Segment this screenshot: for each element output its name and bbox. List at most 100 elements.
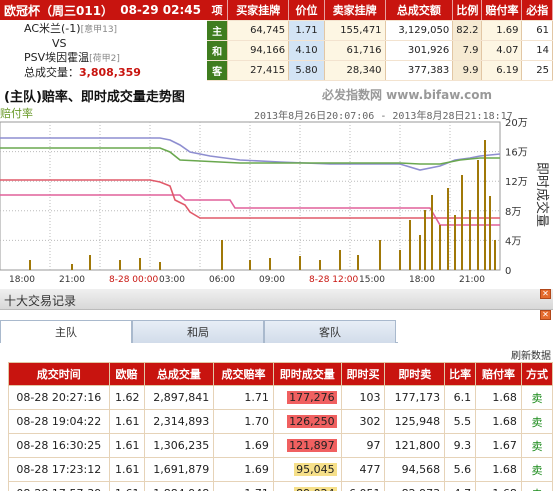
instant-sell: 82,973 [384, 481, 446, 491]
teams: AC米兰(-1)[意甲13] VS PSV埃因霍温[荷甲2] 总成交量：3,80… [0, 20, 207, 80]
x-tick-label: 18:00 [9, 275, 35, 285]
total-volume: 1,691,879 [143, 457, 215, 482]
trade-time: 08-28 19:04:22 [8, 409, 110, 434]
sell-amount: 155,471 [324, 20, 386, 41]
odds-header: 项 [207, 0, 229, 21]
trades-header-cell: 方式 [520, 362, 553, 386]
ratio: 6.1 [444, 385, 477, 410]
x-tick-label: 8-28 00:00 [109, 275, 158, 285]
price: 1.71 [288, 20, 325, 41]
payout-rate: 1.68 [475, 409, 522, 434]
close-icon[interactable]: ✕ [540, 310, 551, 320]
trades-header-cell: 赔付率 [475, 362, 522, 386]
odds-row: 客 27,415 5.80 28,340 377,383 9.9 6.19 25 [207, 60, 553, 81]
instant-sell: 94,568 [384, 457, 446, 482]
profit-index: 25 [521, 60, 553, 81]
x-tick-label: 21:00 [59, 275, 85, 285]
instant-buy: 6,051 [340, 481, 386, 491]
trade-way: 卖 [520, 385, 553, 410]
payout-rate: 1.67 [475, 433, 522, 458]
euro-odds: 1.61 [108, 457, 145, 482]
x-tick-label: 18:00 [409, 275, 435, 285]
refresh-link[interactable]: 刷新数据 [511, 347, 551, 362]
chart-range: 2013年8月26日20:07:06 - 2013年8月28日21:18:17 [254, 111, 513, 122]
away-rank: [荷甲2] [89, 54, 120, 64]
tab-draw[interactable]: 和局 [132, 320, 264, 343]
euro-odds: 1.61 [108, 409, 145, 434]
sell-amount: 61,716 [324, 40, 386, 61]
total-volume: 2,897,841 [143, 385, 215, 410]
trades-header-cell: 成交时间 [8, 362, 110, 386]
trades-header-cell: 比率 [444, 362, 477, 386]
payout: 1.69 [481, 20, 523, 41]
volume: 377,383 [385, 60, 454, 81]
tab-away[interactable]: 客队 [264, 320, 396, 343]
buy-amount: 94,166 [227, 40, 290, 61]
buy-amount: 27,415 [227, 60, 290, 81]
payout-rate: 1.68 [475, 481, 522, 491]
buy-amount: 64,745 [227, 20, 290, 41]
euro-odds: 1.61 [108, 481, 145, 491]
trade-way: 卖 [520, 433, 553, 458]
ratio: 82.2 [452, 20, 483, 41]
instant-buy: 97 [340, 433, 386, 458]
total-label: 总成交量： [24, 66, 79, 79]
y-right-tick-label: 0 [505, 266, 511, 277]
match-datetime: 08-29 02:45 [120, 3, 201, 17]
instant-volume-highlight: 95,045 [294, 463, 337, 476]
volume: 3,129,050 [385, 20, 454, 41]
trades-header-cell: 即时成交量 [272, 362, 342, 386]
odds-header: 比例 [452, 0, 483, 21]
trades-header-cell: 欧赔 [108, 362, 145, 386]
competition: 欧冠杯（周三011） [4, 3, 114, 18]
close-icon[interactable]: ✕ [540, 289, 551, 299]
instant-sell: 121,800 [384, 433, 446, 458]
odds-row: 主 64,745 1.71 155,471 3,129,050 82.2 1.6… [207, 20, 553, 41]
odds-header: 赔付率 [481, 0, 523, 21]
trades-title: 十大交易记录 [4, 294, 77, 308]
match-info: 欧冠杯（周三011） 08-29 02:45 AC米兰(-1)[意甲13] VS… [0, 0, 207, 80]
odds-table: 项 买家挂牌 价位 卖家挂牌 总成交额 比例 赔付率 必指 主 64,745 1… [207, 0, 553, 81]
trade-odds: 1.71 [213, 481, 274, 491]
euro-odds: 1.62 [108, 385, 145, 410]
home-team[interactable]: AC米兰(-1) [24, 22, 81, 35]
instant-volume: 126,250 [272, 409, 342, 434]
euro-odds: 1.61 [108, 433, 145, 458]
instant-volume: 89,024 [272, 481, 342, 491]
title-bar: 欧冠杯（周三011） 08-29 02:45 [0, 0, 207, 20]
table-row: 08-28 17:23:12 1.61 1,691,879 1.69 95,045 477… [8, 457, 553, 482]
x-tick-label: 21:00 [459, 275, 485, 285]
home-rank: [意甲13] [80, 25, 118, 35]
y-right-tick-label: 4万 [505, 236, 521, 247]
odds-header: 必指 [521, 0, 553, 21]
total-volume: 2,314,893 [143, 409, 215, 434]
total-value: 3,808,359 [79, 66, 141, 79]
odds-row: 和 94,166 4.10 61,716 301,926 7.9 4.07 14 [207, 40, 553, 61]
table-row: 08-28 17:57:391.611,884,9481.71 89,0246,0… [8, 481, 553, 491]
x-tick-label: 03:00 [159, 275, 185, 285]
tabs: 主队 和局 客队 [0, 320, 398, 343]
odds-header: 卖家挂牌 [324, 0, 386, 21]
ratio: 4.7 [444, 481, 477, 491]
x-tick-label: 8-28 12:00 [309, 275, 358, 285]
trades-header-cell: 即时卖 [384, 362, 446, 386]
trend-chart: 20万16万12万8万4万0即时成交量18:00 21:00 8-28 00:00 0… [0, 118, 550, 285]
ratio: 9.9 [452, 60, 483, 81]
away-team[interactable]: PSV埃因霍温 [24, 51, 89, 64]
trade-time: 08-28 17:57:39 [8, 481, 110, 491]
trades-header-cell: 即时买 [340, 362, 386, 386]
instant-sell: 177,173 [384, 385, 446, 410]
odds-header: 价位 [288, 0, 325, 21]
trade-time: 08-28 17:23:12 [8, 457, 110, 482]
y-right-tick-label: 12万 [505, 177, 528, 188]
profit-index: 61 [521, 20, 553, 41]
y-right-tick-label: 16万 [505, 148, 528, 159]
volume: 301,926 [385, 40, 454, 61]
trade-odds: 1.69 [213, 433, 274, 458]
tab-home[interactable]: 主队 [0, 320, 132, 343]
trades-header: 十大交易记录 ✕ [0, 289, 553, 310]
payout-rate: 1.68 [475, 385, 522, 410]
profit-index: 14 [521, 40, 553, 61]
price: 5.80 [288, 60, 325, 81]
payout: 4.07 [481, 40, 523, 61]
